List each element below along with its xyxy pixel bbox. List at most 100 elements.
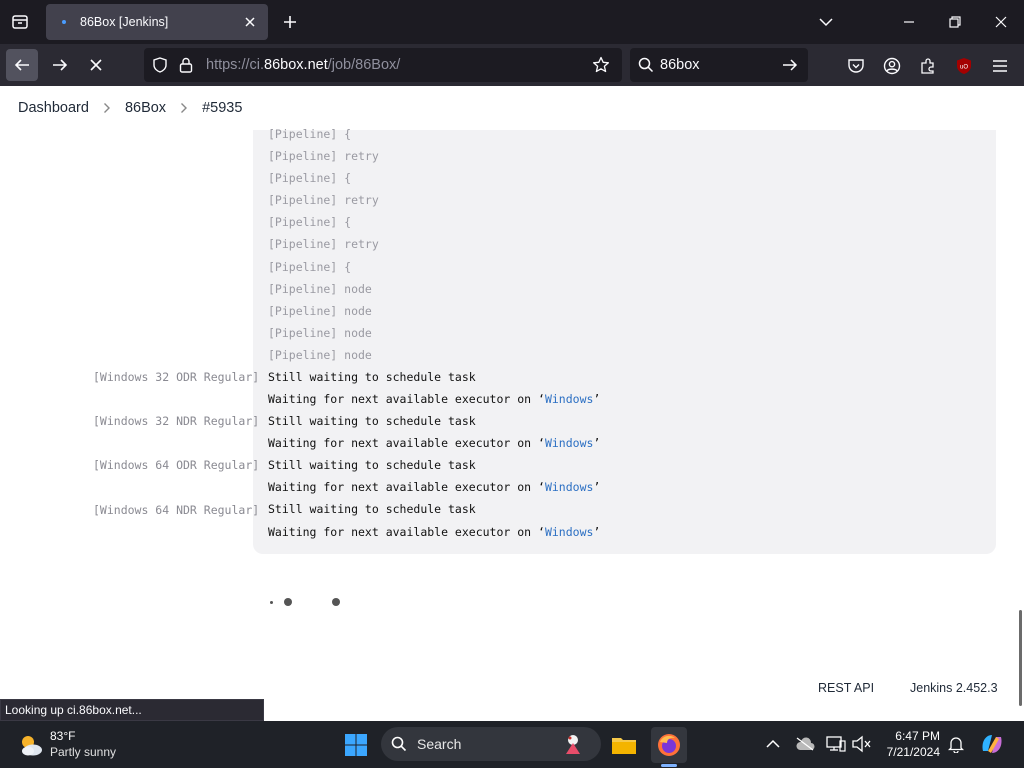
breadcrumb-build[interactable]: #5935 [202, 100, 242, 116]
tab-list-icon[interactable] [4, 6, 36, 38]
notifications-bell-icon[interactable] [945, 733, 967, 755]
stop-icon [90, 59, 102, 71]
menu-hamburger-icon[interactable] [990, 56, 1010, 76]
windows-node-link[interactable]: Windows [545, 480, 593, 494]
log-text: ’ [593, 392, 601, 406]
status-panel: Looking up ci.86box.net... [0, 699, 264, 721]
spinner-dot [332, 598, 340, 606]
url-bar[interactable]: https://ci.86box.net/job/86Box/ [144, 48, 622, 82]
tab-strip: 86Box [Jenkins] [0, 0, 1024, 44]
network-display-icon[interactable] [825, 733, 847, 755]
log-line: Still waiting to schedule task [268, 414, 476, 428]
log-line: [Pipeline] { [268, 260, 352, 274]
forward-arrow-icon [53, 59, 68, 71]
list-all-tabs-icon[interactable] [810, 6, 842, 38]
search-bar[interactable]: 86box [630, 48, 808, 82]
weather-description: Partly sunny [50, 745, 117, 759]
forward-button[interactable] [44, 49, 76, 81]
clock-date[interactable]: 7/21/2024 [862, 745, 940, 759]
log-line: [Pipeline] retry [268, 149, 379, 163]
lock-icon[interactable] [178, 57, 194, 73]
log-line: Waiting for next available executor on ‘… [268, 436, 600, 450]
url-text: https://ci.86box.net/job/86Box/ [206, 48, 400, 82]
ublock-origin-icon[interactable]: uO [954, 56, 974, 76]
log-text: ’ [593, 436, 601, 450]
chevron-right-icon [180, 102, 188, 114]
url-path: /job/86Box/ [327, 57, 401, 73]
log-line: [Pipeline] { [268, 171, 352, 185]
start-windows-icon[interactable] [338, 727, 374, 763]
log-line: Still waiting to schedule task [268, 370, 476, 384]
active-app-indicator [661, 764, 677, 767]
log-line: [Pipeline] node [268, 348, 372, 362]
log-line: Waiting for next available executor on ‘… [268, 392, 600, 406]
url-host: 86box.net [264, 57, 328, 73]
close-tab-icon[interactable] [242, 14, 258, 30]
breadcrumb-job[interactable]: 86Box [125, 100, 166, 116]
loading-favicon-icon [56, 14, 72, 30]
extensions-puzzle-icon[interactable] [918, 56, 938, 76]
log-text: Waiting for next available executor on ‘ [268, 392, 545, 406]
taskbar-search[interactable]: Search [381, 727, 601, 761]
log-text: Waiting for next available executor on ‘ [268, 525, 545, 539]
clock-time[interactable]: 6:47 PM [862, 729, 940, 743]
nav-toolbar: https://ci.86box.net/job/86Box/ 86box uO [0, 44, 1024, 86]
log-line: [Pipeline] { [268, 127, 352, 141]
account-icon[interactable] [882, 56, 902, 76]
branch-label: [Windows 64 NDR Regular] [93, 503, 260, 517]
pocket-icon[interactable] [846, 56, 866, 76]
log-line: [Pipeline] node [268, 282, 372, 296]
branch-label: [Windows 32 NDR Regular] [93, 414, 260, 428]
log-line: [Pipeline] retry [268, 193, 379, 207]
log-line: Still waiting to schedule task [268, 458, 476, 472]
new-tab-icon[interactable] [276, 8, 304, 36]
bookmark-star-icon[interactable] [592, 56, 610, 74]
branch-label: [Windows 64 ODR Regular] [93, 458, 260, 472]
onedrive-offline-icon[interactable] [794, 733, 816, 755]
search-input-value: 86box [660, 57, 700, 73]
windows-node-link[interactable]: Windows [545, 525, 593, 539]
jenkins-version-link[interactable]: Jenkins 2.452.3 [910, 681, 998, 695]
search-icon [391, 736, 407, 752]
search-highlight-icon [559, 731, 587, 757]
browser-tab[interactable]: 86Box [Jenkins] [46, 4, 268, 40]
chevron-right-icon [103, 102, 111, 114]
log-line: [Pipeline] retry [268, 237, 379, 251]
copilot-icon[interactable] [979, 731, 1005, 757]
firefox-icon[interactable] [651, 727, 687, 763]
breadcrumb-dashboard[interactable]: Dashboard [18, 100, 89, 116]
spinner-dot [284, 598, 292, 606]
log-line: Still waiting to schedule task [268, 502, 476, 516]
log-line: Waiting for next available executor on ‘… [268, 480, 600, 494]
show-hidden-icons-chevron-up-icon[interactable] [762, 733, 784, 755]
file-explorer-icon[interactable] [606, 727, 642, 763]
tracking-protection-shield-icon[interactable] [152, 57, 168, 73]
url-prefix: https://ci. [206, 57, 265, 73]
taskbar: 83°F Partly sunny Search 6:47 PM 7/21/20… [0, 721, 1024, 768]
log-line: Waiting for next available executor on ‘… [268, 525, 600, 539]
windows-node-link[interactable]: Windows [545, 392, 593, 406]
log-line: [Pipeline] { [268, 215, 352, 229]
log-text: Waiting for next available executor on ‘ [268, 480, 545, 494]
spinner-dot [270, 601, 273, 604]
rest-api-link[interactable]: REST API [818, 681, 874, 695]
minimize-icon[interactable] [893, 6, 925, 38]
page-scrollbar[interactable] [1019, 610, 1022, 706]
breadcrumb: Dashboard 86Box #5935 [0, 86, 1024, 130]
close-window-icon[interactable] [985, 6, 1017, 38]
back-button[interactable] [6, 49, 38, 81]
log-line: [Pipeline] node [268, 304, 372, 318]
log-text: Waiting for next available executor on ‘ [268, 436, 545, 450]
search-go-arrow-icon[interactable] [782, 57, 798, 73]
restore-icon[interactable] [939, 6, 971, 38]
windows-node-link[interactable]: Windows [545, 436, 593, 450]
svg-text:uO: uO [960, 65, 968, 71]
taskbar-search-label: Search [417, 736, 462, 752]
stop-loading-button[interactable] [80, 49, 112, 81]
weather-partly-sunny-icon[interactable] [16, 730, 46, 760]
log-text: ’ [593, 525, 601, 539]
log-text: ’ [593, 480, 601, 494]
back-arrow-icon [14, 59, 29, 71]
search-icon [638, 57, 654, 73]
weather-temperature: 83°F [50, 729, 76, 743]
